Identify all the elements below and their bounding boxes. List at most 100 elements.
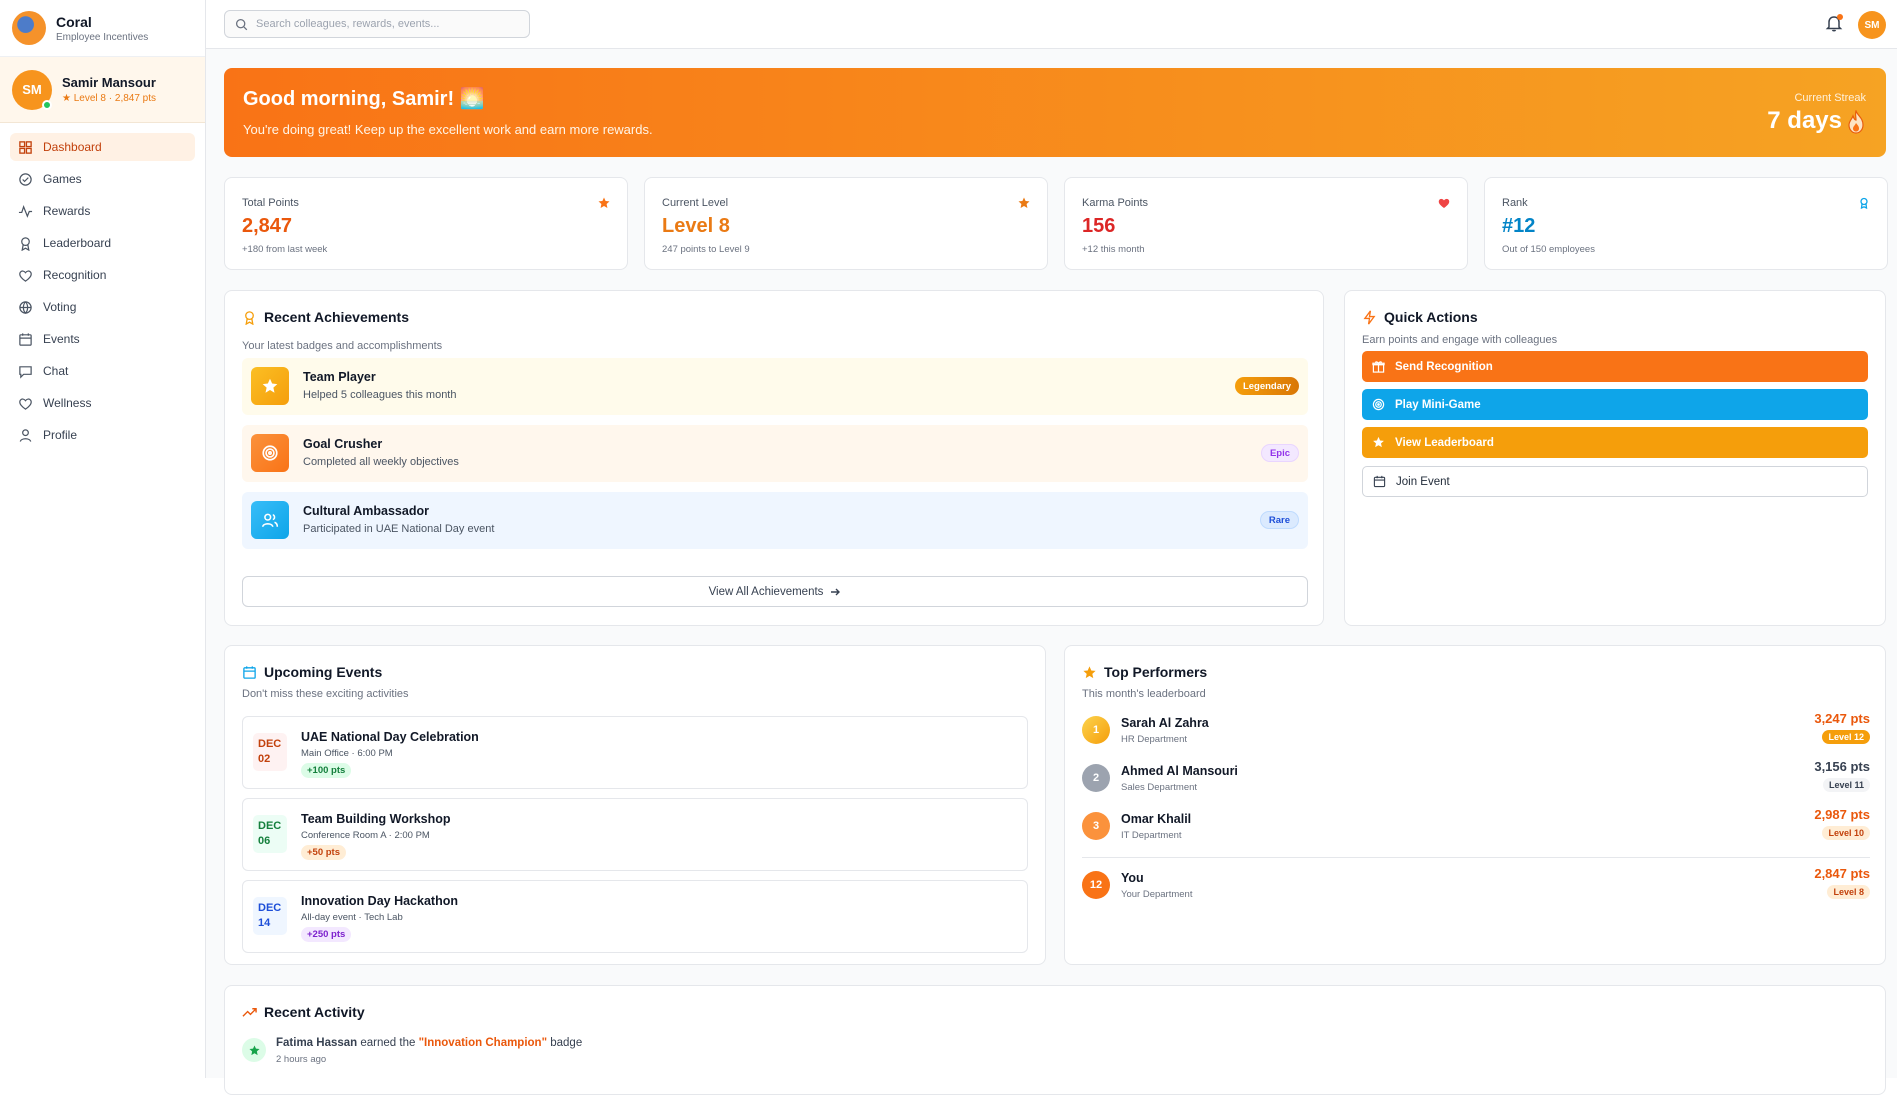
recent-activity-card: Recent Activity Fatima Hassan earned the…	[224, 985, 1886, 1095]
leaderboard-row[interactable]: 3 Omar Khalil IT Department 2,987 pts Le…	[1082, 806, 1870, 846]
activity-suffix: badge	[547, 1037, 583, 1049]
sidebar-item-events[interactable]: Events	[10, 325, 195, 353]
event-month: DEC	[258, 820, 282, 832]
stat-value: #12	[1502, 215, 1536, 237]
stat-value: 156	[1082, 215, 1116, 237]
achievement-desc: Completed all weekly objectives	[303, 456, 459, 468]
event-date: DEC 02	[253, 733, 287, 771]
sidebar-item-label: Profile	[43, 428, 78, 442]
star-icon	[1083, 665, 1096, 678]
globe-icon	[19, 300, 32, 314]
activity-object: "Innovation Champion"	[418, 1037, 548, 1049]
performer-dept: Sales Department	[1121, 782, 1198, 793]
leaderboard-row[interactable]: 1 Sarah Al Zahra HR Department 3,247 pts…	[1082, 710, 1870, 750]
achievement-badge-icon	[251, 434, 289, 472]
event-date: DEC 06	[253, 815, 287, 853]
user-card[interactable]: SM Samir Mansour ★ Level 8 · 2,847 pts	[0, 57, 205, 123]
card-title-text: Recent Activity	[264, 1004, 365, 1020]
button-label: View All Achievements	[708, 585, 824, 598]
rarity-badge: Epic	[1260, 444, 1299, 462]
achievement-item[interactable]: Cultural Ambassador Participated in UAE …	[242, 492, 1308, 549]
sidebar: Coral Employee Incentives SM Samir Manso…	[0, 0, 206, 1078]
stat-value: 2,847	[242, 215, 293, 237]
leaderboard-row[interactable]: 2 Ahmed Al Mansouri Sales Department 3,1…	[1082, 758, 1870, 798]
streak-label: Current Streak	[1794, 92, 1866, 104]
achievement-item[interactable]: Team Player Helped 5 colleagues this mon…	[242, 358, 1308, 415]
achievement-name: Goal Crusher	[303, 437, 383, 451]
rarity-badge: Rare	[1259, 511, 1299, 529]
rank-badge: 3	[1082, 812, 1110, 840]
event-item[interactable]: DEC 14 Innovation Day Hackathon All-day …	[242, 880, 1028, 953]
performer-name: Ahmed Al Mansouri	[1121, 764, 1238, 778]
button-label: Play Mini-Game	[1395, 398, 1481, 411]
calendar-icon	[1373, 475, 1386, 488]
stat-card-current-level: Current Level Level 8 247 points to Leve…	[644, 177, 1048, 270]
search-box[interactable]	[224, 10, 530, 38]
online-indicator	[42, 99, 52, 110]
sidebar-item-wellness[interactable]: Wellness	[10, 389, 195, 417]
rank-badge: 2	[1082, 764, 1110, 792]
sidebar-item-dashboard[interactable]: Dashboard	[10, 133, 195, 161]
stat-label: Current Level	[662, 197, 729, 209]
leaderboard-row-you[interactable]: 12 You Your Department 2,847 pts Level 8	[1082, 865, 1870, 905]
activity-avatar	[242, 1038, 266, 1062]
performer-dept: HR Department	[1121, 734, 1187, 745]
calendar-icon	[19, 332, 32, 346]
event-day: 02	[258, 753, 271, 765]
sidebar-item-chat[interactable]: Chat	[10, 357, 195, 385]
card-title-text: Upcoming Events	[264, 664, 383, 680]
sidebar-item-leaderboard[interactable]: Leaderboard	[10, 229, 195, 257]
send-recognition-button[interactable]: Send Recognition	[1362, 351, 1868, 382]
achievement-item[interactable]: Goal Crusher Completed all weekly object…	[242, 425, 1308, 482]
rarity-badge: Legendary	[1234, 377, 1299, 395]
achievement-desc: Participated in UAE National Day event	[303, 523, 495, 535]
stat-sub: +12 this month	[1082, 244, 1145, 255]
sidebar-item-profile[interactable]: Profile	[10, 421, 195, 449]
card-title-text: Top Performers	[1104, 664, 1208, 680]
star-icon	[248, 1044, 260, 1055]
sidebar-item-voting[interactable]: Voting	[10, 293, 195, 321]
sidebar-item-rewards[interactable]: Rewards	[10, 197, 195, 225]
greeting-subtitle: You're doing great! Keep up the excellen…	[243, 122, 653, 137]
user-avatar-button[interactable]: SM	[1858, 11, 1886, 39]
join-event-button[interactable]: Join Event	[1362, 466, 1868, 497]
achievement-desc: Helped 5 colleagues this month	[303, 389, 457, 401]
sidebar-item-label: Recognition	[43, 268, 107, 282]
lightning-icon	[1363, 310, 1376, 324]
view-all-achievements-button[interactable]: View All Achievements	[242, 576, 1308, 607]
achievement-name: Cultural Ambassador	[303, 504, 429, 518]
quick-actions-title: Quick Actions	[1362, 309, 1478, 325]
view-leaderboard-button[interactable]: View Leaderboard	[1362, 427, 1868, 458]
topbar: SM	[206, 0, 1897, 49]
user-meta: ★ Level 8 · 2,847 pts	[62, 93, 156, 104]
performer-name: Omar Khalil	[1121, 812, 1192, 826]
notifications-button[interactable]	[1824, 13, 1844, 33]
sidebar-item-recognition[interactable]: Recognition	[10, 261, 195, 289]
sidebar-item-games[interactable]: Games	[10, 165, 195, 193]
search-input[interactable]	[256, 18, 516, 30]
play-mini-game-button[interactable]: Play Mini-Game	[1362, 389, 1868, 420]
upcoming-events-card: Upcoming Events Don't miss these excitin…	[224, 645, 1046, 965]
search-icon	[235, 18, 248, 30]
notification-dot	[1837, 14, 1843, 20]
achievement-badge-icon	[251, 501, 289, 539]
stat-card-rank: Rank #12 Out of 150 employees	[1484, 177, 1888, 270]
achievements-title: Recent Achievements	[242, 309, 409, 325]
stat-card-total-points: Total Points 2,847 +180 from last week	[224, 177, 628, 270]
performer-dept: IT Department	[1121, 830, 1182, 841]
event-day: 14	[258, 917, 271, 929]
sidebar-item-label: Events	[43, 332, 80, 346]
event-name: UAE National Day Celebration	[301, 730, 479, 744]
calendar-icon	[243, 665, 256, 679]
card-title-text: Recent Achievements	[264, 309, 409, 325]
event-item[interactable]: DEC 02 UAE National Day Celebration Main…	[242, 716, 1028, 789]
trending-up-icon	[242, 1007, 257, 1017]
sidebar-item-label: Wellness	[43, 396, 92, 410]
level-badge: Level 8	[1827, 885, 1870, 899]
stat-sub: Out of 150 employees	[1502, 244, 1595, 255]
sidebar-item-label: Voting	[43, 300, 77, 314]
card-title-text: Quick Actions	[1384, 309, 1478, 325]
activity-actor[interactable]: Fatima Hassan	[276, 1037, 357, 1049]
event-item[interactable]: DEC 06 Team Building Workshop Conference…	[242, 798, 1028, 871]
star-icon	[1373, 436, 1384, 448]
